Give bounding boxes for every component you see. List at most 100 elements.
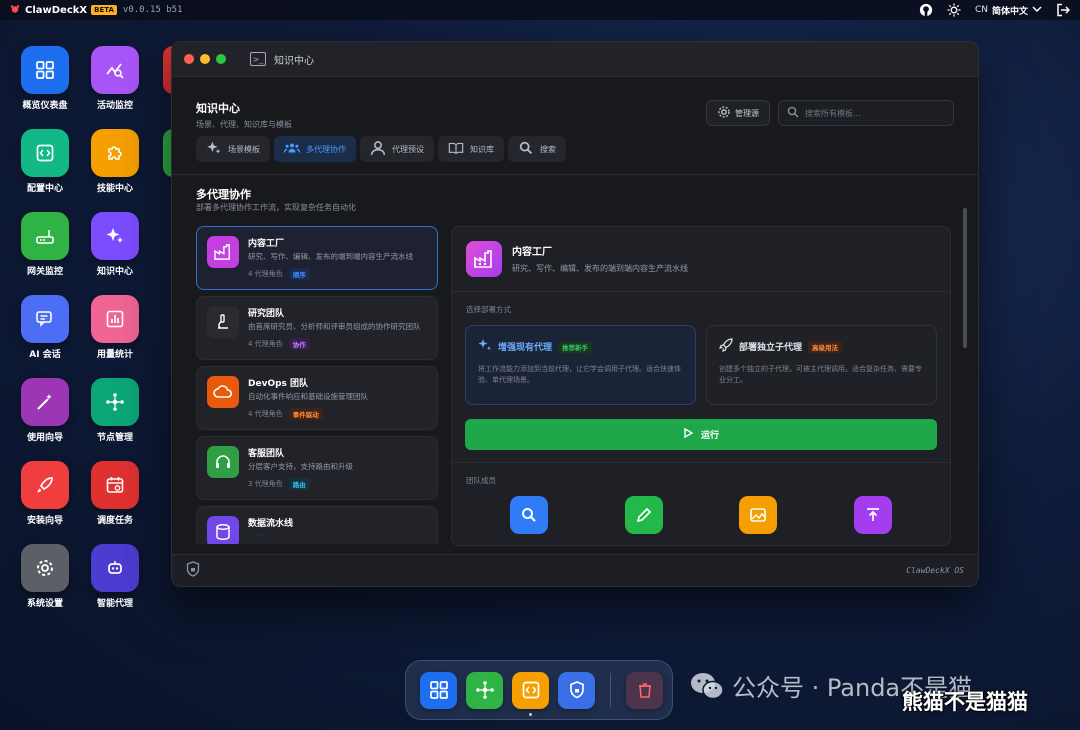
dashboard-icon bbox=[21, 46, 69, 94]
recommended-badge: 推荐新手 bbox=[558, 340, 593, 353]
desktop-app-label: 系统设置 bbox=[26, 599, 63, 609]
play-icon bbox=[683, 427, 694, 441]
gear-icon bbox=[21, 544, 69, 592]
desktop-app-label: AI 会话 bbox=[29, 350, 61, 360]
dock-nodes-icon[interactable] bbox=[466, 671, 503, 709]
window-content: 知识中心 场景、代理、知识库与模板 管理源 场景模板多代理协作代理预设知识库搜索… bbox=[172, 78, 978, 554]
pencil-icon[interactable] bbox=[624, 496, 663, 534]
card-description: 分层客户支持，支持路由和升级 bbox=[248, 461, 353, 471]
minimize-window-button[interactable] bbox=[200, 54, 210, 64]
scrollbar[interactable] bbox=[963, 208, 967, 348]
app-logo-icon bbox=[10, 4, 20, 17]
card-name: DevOps 团队 bbox=[248, 378, 309, 389]
search-icon bbox=[787, 106, 799, 120]
card-description: 研究、写作、编辑、发布的端到端内容生产流水线 bbox=[248, 252, 413, 261]
window-statusbar: ClawDeckX OS bbox=[172, 554, 978, 586]
desktop-app-3[interactable]: 配置中心 bbox=[10, 129, 80, 194]
tab-book[interactable]: 知识库 bbox=[438, 136, 504, 162]
lang-code: CN bbox=[974, 5, 988, 15]
desktop-app-6[interactable]: 知识中心 bbox=[80, 212, 150, 277]
desktop-app-label: 使用向导 bbox=[26, 433, 63, 443]
wechat-icon bbox=[690, 672, 724, 700]
os-label: ClawDeckX OS bbox=[906, 566, 964, 575]
desktop-app-2[interactable]: 活动监控 bbox=[80, 46, 150, 111]
language-selector[interactable]: CN 简体中文 bbox=[975, 4, 1042, 17]
desktop-app-10[interactable]: 节点管理 bbox=[80, 378, 150, 443]
rocket-icon bbox=[719, 338, 733, 355]
desktop-app-4[interactable]: 技能中心 bbox=[80, 129, 150, 194]
template-search[interactable] bbox=[778, 100, 954, 126]
deploy-label: 选择部署方式 bbox=[466, 305, 511, 314]
desktop-app-5[interactable]: 网关监控 bbox=[10, 212, 80, 277]
dock bbox=[405, 660, 673, 720]
mode-deploy-subagents[interactable]: 部署独立子代理 高级用法 创建多个独立的子代理，可被主代理调用。适合复杂任务、需… bbox=[706, 325, 937, 405]
tab-users[interactable]: 多代理协作 bbox=[274, 136, 356, 162]
detail-name: 内容工厂 bbox=[512, 247, 552, 258]
logout-icon[interactable] bbox=[1056, 3, 1070, 17]
desktop-app-7[interactable]: AI 会话 bbox=[10, 295, 80, 360]
dock-code-icon[interactable] bbox=[512, 671, 549, 709]
github-icon[interactable] bbox=[919, 3, 933, 17]
desktop-app-14[interactable]: 智能代理 bbox=[80, 544, 150, 609]
desktop-app-12[interactable]: 调度任务 bbox=[80, 461, 150, 526]
dock-shield-icon[interactable] bbox=[558, 671, 595, 709]
run-button[interactable]: 运行 bbox=[465, 419, 937, 450]
dock-trash-icon[interactable] bbox=[626, 671, 663, 709]
desktop-app-9[interactable]: 使用向导 bbox=[10, 378, 80, 443]
nodes-icon bbox=[91, 378, 139, 426]
desktop-app-13[interactable]: 系统设置 bbox=[10, 544, 80, 609]
workflow-card[interactable]: DevOps 团队 自动化事件响应和基础设施管理团队 4 代理角色 事件驱动 bbox=[196, 365, 438, 430]
card-badge bbox=[254, 533, 262, 536]
workflow-card[interactable]: 数据流水线 bbox=[196, 505, 438, 544]
desktop-app-label: 调度任务 bbox=[96, 516, 133, 526]
image-icon[interactable] bbox=[739, 496, 778, 534]
search-input[interactable] bbox=[805, 108, 945, 118]
workflow-card[interactable]: 研究团队 由首席研究员、分析师和评审员组成的协作研究团队 4 代理角色 协作 bbox=[196, 295, 438, 360]
maximize-window-button[interactable] bbox=[216, 54, 226, 64]
wand-icon bbox=[21, 378, 69, 426]
page-subtitle: 场景、代理、知识库与模板 bbox=[196, 120, 292, 129]
desktop-app-label: 安装向导 bbox=[26, 516, 63, 526]
desktop-app-label: 用量统计 bbox=[96, 350, 133, 360]
upload-icon[interactable] bbox=[853, 496, 892, 534]
close-window-button[interactable] bbox=[184, 54, 194, 64]
card-badge: 顺序 bbox=[288, 267, 310, 280]
card-name: 客服团队 bbox=[248, 448, 285, 459]
manage-sources-button[interactable]: 管理源 bbox=[706, 100, 770, 126]
workflow-card[interactable]: 内容工厂 研究、写作、编辑、发布的端到端内容生产流水线 4 代理角色 顺序 bbox=[196, 226, 438, 290]
window-titlebar: >_ 知识中心 bbox=[172, 42, 978, 77]
card-roles: 4 代理角色 bbox=[248, 339, 283, 348]
microscope-icon bbox=[207, 305, 239, 338]
desktop-app-label: 智能代理 bbox=[96, 599, 133, 609]
users-icon bbox=[283, 140, 301, 158]
factory-icon bbox=[207, 236, 239, 268]
desktop-app-8[interactable]: 用量统计 bbox=[80, 295, 150, 360]
desktop-app-11[interactable]: 安装向导 bbox=[10, 461, 80, 526]
desktop-app-label: 知识中心 bbox=[96, 267, 133, 277]
mode-enhance-existing[interactable]: 增强现有代理 推荐新手 将工作流能力添加到当前代理，让它学会调用子代理。适合快速… bbox=[465, 325, 696, 405]
code-icon bbox=[21, 129, 69, 177]
gear-icon bbox=[717, 105, 731, 121]
desktop-app-label: 网关监控 bbox=[26, 267, 63, 277]
mode2-title: 部署独立子代理 bbox=[739, 343, 803, 353]
dock-separator bbox=[610, 673, 611, 707]
lang-label: 简体中文 bbox=[991, 6, 1028, 17]
card-description: 由首席研究员、分析师和评审员组成的协作研究团队 bbox=[248, 321, 421, 331]
workflow-card[interactable]: 客服团队 分层客户支持，支持路由和升级 3 代理角色 路由 bbox=[196, 435, 438, 500]
section-title: 多代理协作 bbox=[196, 188, 251, 201]
tab-search[interactable]: 搜索 bbox=[508, 136, 566, 162]
dock-dashboard-icon[interactable] bbox=[420, 671, 457, 709]
page-title: 知识中心 bbox=[196, 102, 240, 115]
tab-label: 搜索 bbox=[540, 144, 556, 154]
knowledge-center-window: >_ 知识中心 知识中心 场景、代理、知识库与模板 管理源 场景模板多代理协作代… bbox=[171, 41, 979, 587]
card-name: 数据流水线 bbox=[248, 518, 294, 529]
desktop-app-1[interactable]: 概览仪表盘 bbox=[10, 46, 80, 111]
shield-icon[interactable] bbox=[186, 560, 200, 581]
search-icon[interactable] bbox=[510, 496, 549, 534]
tab-user[interactable]: 代理预设 bbox=[360, 136, 434, 162]
theme-sun-icon[interactable] bbox=[947, 3, 961, 17]
card-description: 自动化事件响应和基础设施管理团队 bbox=[248, 391, 368, 401]
tab-sparkle[interactable]: 场景模板 bbox=[196, 136, 270, 162]
desktop-app-label: 节点管理 bbox=[96, 433, 133, 443]
app-name: ClawDeckX bbox=[25, 4, 88, 16]
